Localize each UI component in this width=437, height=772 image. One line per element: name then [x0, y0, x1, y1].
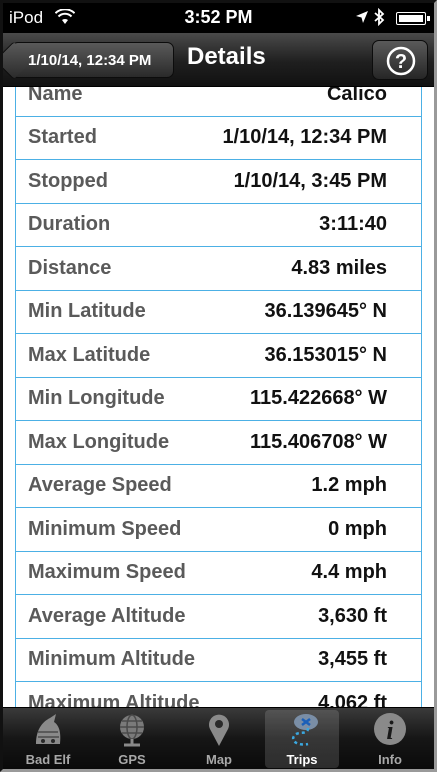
detail-label: Name: [28, 87, 83, 106]
detail-label: Minimum Altitude: [28, 648, 196, 671]
tab-info[interactable]: i Info: [353, 710, 427, 768]
detail-value: 36.139645° N: [264, 300, 387, 323]
detail-row-minimum-speed: Minimum Speed 0 mph: [16, 508, 421, 552]
detail-row-max-latitude: Max Latitude 36.153015° N: [16, 334, 421, 378]
detail-value: 1/10/14, 3:45 PM: [233, 169, 387, 192]
detail-label: Average Speed: [28, 474, 172, 497]
bluetooth-icon: [374, 8, 385, 26]
detail-label: Minimum Speed: [28, 517, 182, 540]
detail-label: Duration: [28, 213, 111, 236]
help-button[interactable]: ?: [372, 40, 428, 80]
elf-icon: [36, 714, 61, 744]
tab-bad-elf[interactable]: Bad Elf: [11, 710, 85, 768]
detail-value: 3:11:40: [319, 213, 387, 236]
navigation-bar: 1/10/14, 12:34 PM Details ?: [3, 33, 434, 87]
detail-label: Max Latitude: [28, 343, 151, 366]
device-screen: iPod 3:52 PM 1/10/14, 12:34 PM Details ?: [0, 0, 437, 772]
detail-value: 0 mph: [328, 517, 387, 540]
detail-row-minimum-altitude: Minimum Altitude 3,455 ft: [16, 639, 421, 682]
detail-value: Calico: [326, 87, 387, 106]
map-pin-icon: [209, 714, 229, 746]
detail-label: Min Longitude: [28, 387, 165, 410]
battery-icon: [396, 12, 430, 25]
tab-trips[interactable]: Trips: [265, 710, 339, 768]
detail-row-started: Started 1/10/14, 12:34 PM: [16, 117, 421, 160]
tab-label: GPS: [118, 752, 146, 767]
detail-label: Started: [28, 126, 97, 149]
page-title: Details: [187, 43, 266, 70]
detail-row-stopped: Stopped 1/10/14, 3:45 PM: [16, 160, 421, 204]
detail-value: 36.153015° N: [264, 343, 387, 366]
detail-label: Maximum Altitude: [28, 691, 200, 707]
detail-value: 4.4 mph: [311, 561, 387, 584]
details-table: Name Calico Started 1/10/14, 12:34 PM St…: [15, 87, 422, 707]
detail-value: 4.83 miles: [291, 256, 387, 279]
tab-label: Info: [378, 752, 402, 767]
detail-row-average-altitude: Average Altitude 3,630 ft: [16, 595, 421, 639]
tab-label: Trips: [286, 752, 318, 767]
detail-label: Max Longitude: [28, 430, 170, 453]
detail-row-max-longitude: Max Longitude 115.406708° W: [16, 421, 421, 465]
detail-label: Distance: [28, 256, 112, 279]
detail-value: 1/10/14, 12:34 PM: [222, 126, 387, 149]
tab-map[interactable]: Map: [182, 710, 256, 768]
back-button[interactable]: 1/10/14, 12:34 PM: [11, 42, 174, 78]
detail-value: 115.422668° W: [250, 387, 387, 410]
detail-value: 4,062 ft: [318, 691, 387, 707]
detail-label: Stopped: [28, 169, 108, 192]
detail-label: Maximum Speed: [28, 561, 186, 584]
tab-bar: Bad Elf GPS Map Trips i Info: [3, 707, 434, 769]
detail-row-distance: Distance 4.83 miles: [16, 247, 421, 291]
detail-value: 3,455 ft: [318, 648, 387, 671]
location-arrow-icon: [356, 11, 368, 23]
tab-label: Bad Elf: [25, 752, 71, 767]
tab-label: Map: [206, 752, 232, 767]
status-bar: iPod 3:52 PM: [3, 3, 434, 33]
detail-row-name: Name Calico: [16, 87, 421, 117]
detail-row-maximum-speed: Maximum Speed 4.4 mph: [16, 552, 421, 595]
detail-row-average-speed: Average Speed 1.2 mph: [16, 465, 421, 508]
svg-text:i: i: [386, 716, 394, 745]
detail-value: 1.2 mph: [311, 474, 387, 497]
detail-label: Average Altitude: [28, 604, 186, 627]
info-icon: i: [374, 713, 406, 745]
trips-icon: [291, 714, 318, 746]
status-time: 3:52 PM: [184, 7, 253, 27]
svg-text:?: ?: [395, 51, 407, 73]
help-icon: ?: [386, 46, 416, 76]
details-scroll-view[interactable]: Name Calico Started 1/10/14, 12:34 PM St…: [3, 87, 434, 707]
globe-icon: [120, 714, 144, 747]
detail-label: Min Latitude: [28, 300, 146, 323]
detail-row-maximum-altitude: Maximum Altitude 4,062 ft: [16, 682, 421, 707]
detail-row-min-latitude: Min Latitude 36.139645° N: [16, 291, 421, 334]
detail-row-duration: Duration 3:11:40: [16, 204, 421, 247]
detail-row-min-longitude: Min Longitude 115.422668° W: [16, 378, 421, 421]
tab-gps[interactable]: GPS: [95, 710, 169, 768]
back-button-label: 1/10/14, 12:34 PM: [28, 51, 152, 69]
detail-value: 3,630 ft: [318, 604, 387, 627]
detail-value: 115.406708° W: [250, 430, 387, 453]
